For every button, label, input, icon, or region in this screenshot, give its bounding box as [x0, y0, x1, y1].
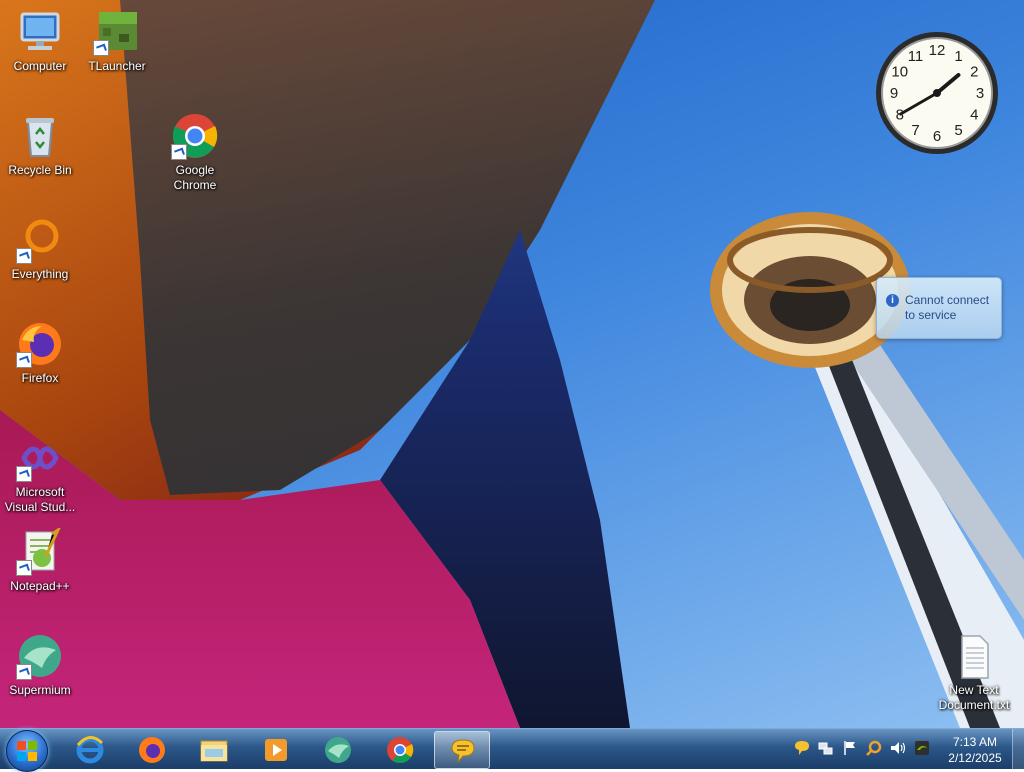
shortcut-arrow-icon	[16, 664, 32, 680]
clock-numeral: 11	[908, 48, 924, 65]
wallpaper-space-needle	[710, 212, 1024, 728]
tlauncher-icon	[93, 8, 141, 56]
volume-icon[interactable]	[890, 740, 906, 756]
clock-numeral: 3	[976, 85, 984, 102]
recycle-bin-icon	[16, 112, 64, 160]
clock-gadget[interactable]: 121234567891011	[874, 30, 1000, 156]
clock-numeral: 1	[954, 48, 962, 65]
network-icon[interactable]	[818, 740, 834, 756]
action-center-flag-icon[interactable]	[842, 740, 858, 756]
desktop-icon-notepadpp[interactable]: Notepad++	[0, 525, 80, 594]
shortcut-arrow-icon	[16, 466, 32, 482]
shortcut-arrow-icon	[16, 560, 32, 576]
shortcut-arrow-icon	[16, 352, 32, 368]
firefox-icon	[16, 320, 64, 368]
desktop-icon-label: Notepad++	[10, 579, 70, 593]
notification-balloon[interactable]: i Cannot connect to service	[876, 277, 1002, 339]
clock-numeral: 5	[954, 122, 962, 139]
desktop-icon-chrome[interactable]: Google Chrome	[155, 112, 235, 193]
desktop-icon-everything[interactable]: Everything	[0, 216, 80, 282]
desktop-icon-supermium[interactable]: Supermium	[0, 632, 80, 698]
windows-start-icon[interactable]	[6, 730, 48, 772]
taskbar-clock[interactable]: 7:13 AM 2/12/2025	[940, 734, 1010, 766]
clock-numeral: 6	[933, 128, 941, 145]
info-icon: i	[886, 294, 899, 307]
desktop-icon-label: TLauncher	[88, 59, 146, 73]
shortcut-arrow-icon	[171, 144, 187, 160]
firefox-icon[interactable]	[124, 731, 178, 767]
shortcut-arrow-icon	[93, 40, 109, 56]
nvidia-icon[interactable]	[914, 740, 930, 756]
desktop-icon-label: Google Chrome	[173, 163, 217, 192]
desktop-icon-label: Computer	[13, 59, 67, 73]
search-icon[interactable]	[866, 740, 882, 756]
desktop-icon-visual-studio[interactable]: Microsoft Visual Stud...	[0, 434, 80, 515]
desktop-icon-label: Firefox	[21, 371, 59, 385]
media-player-icon[interactable]	[248, 731, 302, 767]
desktop-icon-new-text-document[interactable]: New Text Document.txt	[934, 632, 1014, 713]
clock-numeral: 12	[929, 42, 946, 59]
desktop-icon-label: Microsoft Visual Stud...	[4, 485, 76, 514]
visual-studio-icon	[16, 434, 64, 482]
internet-explorer-icon[interactable]	[62, 731, 116, 767]
clock-numeral: 7	[911, 122, 919, 139]
clock-numeral: 4	[970, 107, 978, 124]
clock-numeral: 2	[970, 64, 978, 81]
clock-numeral: 9	[890, 85, 898, 102]
notification-text: Cannot connect to service	[905, 293, 990, 322]
desktop-icon-computer[interactable]: Computer	[0, 8, 80, 74]
desktop-icon-label: New Text Document.txt	[938, 683, 1010, 712]
text-document-icon	[950, 632, 998, 680]
show-desktop-button[interactable]	[1012, 729, 1024, 769]
desktop-icon-tlauncher[interactable]: TLauncher	[77, 8, 157, 74]
desktop-icon-label: Supermium	[9, 683, 71, 697]
taskbar: 7:13 AM 2/12/2025	[0, 728, 1024, 772]
everything-icon	[16, 216, 64, 264]
chrome-icon	[171, 112, 219, 160]
desktop-wallpaper[interactable]: Computer TLauncher Recycle Bin Google Ch…	[0, 0, 1024, 728]
desktop-icon-label: Recycle Bin	[8, 163, 72, 177]
clock-date: 2/12/2025	[948, 751, 1002, 765]
clock-numeral: 10	[891, 64, 908, 81]
chat-icon[interactable]	[794, 740, 810, 756]
supermium-icon[interactable]	[310, 731, 364, 767]
desktop-icon-label: Everything	[11, 267, 69, 281]
desktop-icon-recycle-bin[interactable]: Recycle Bin	[0, 112, 80, 178]
desktop-icon-firefox[interactable]: Firefox	[0, 320, 80, 386]
shortcut-arrow-icon	[16, 248, 32, 264]
chrome-icon[interactable]	[372, 731, 426, 767]
computer-icon	[16, 8, 64, 56]
clock-time: 7:13 AM	[952, 735, 998, 749]
messaging-icon[interactable]	[434, 731, 490, 769]
supermium-icon	[16, 632, 64, 680]
file-explorer-icon[interactable]	[186, 731, 240, 767]
notepadpp-icon	[16, 525, 64, 576]
